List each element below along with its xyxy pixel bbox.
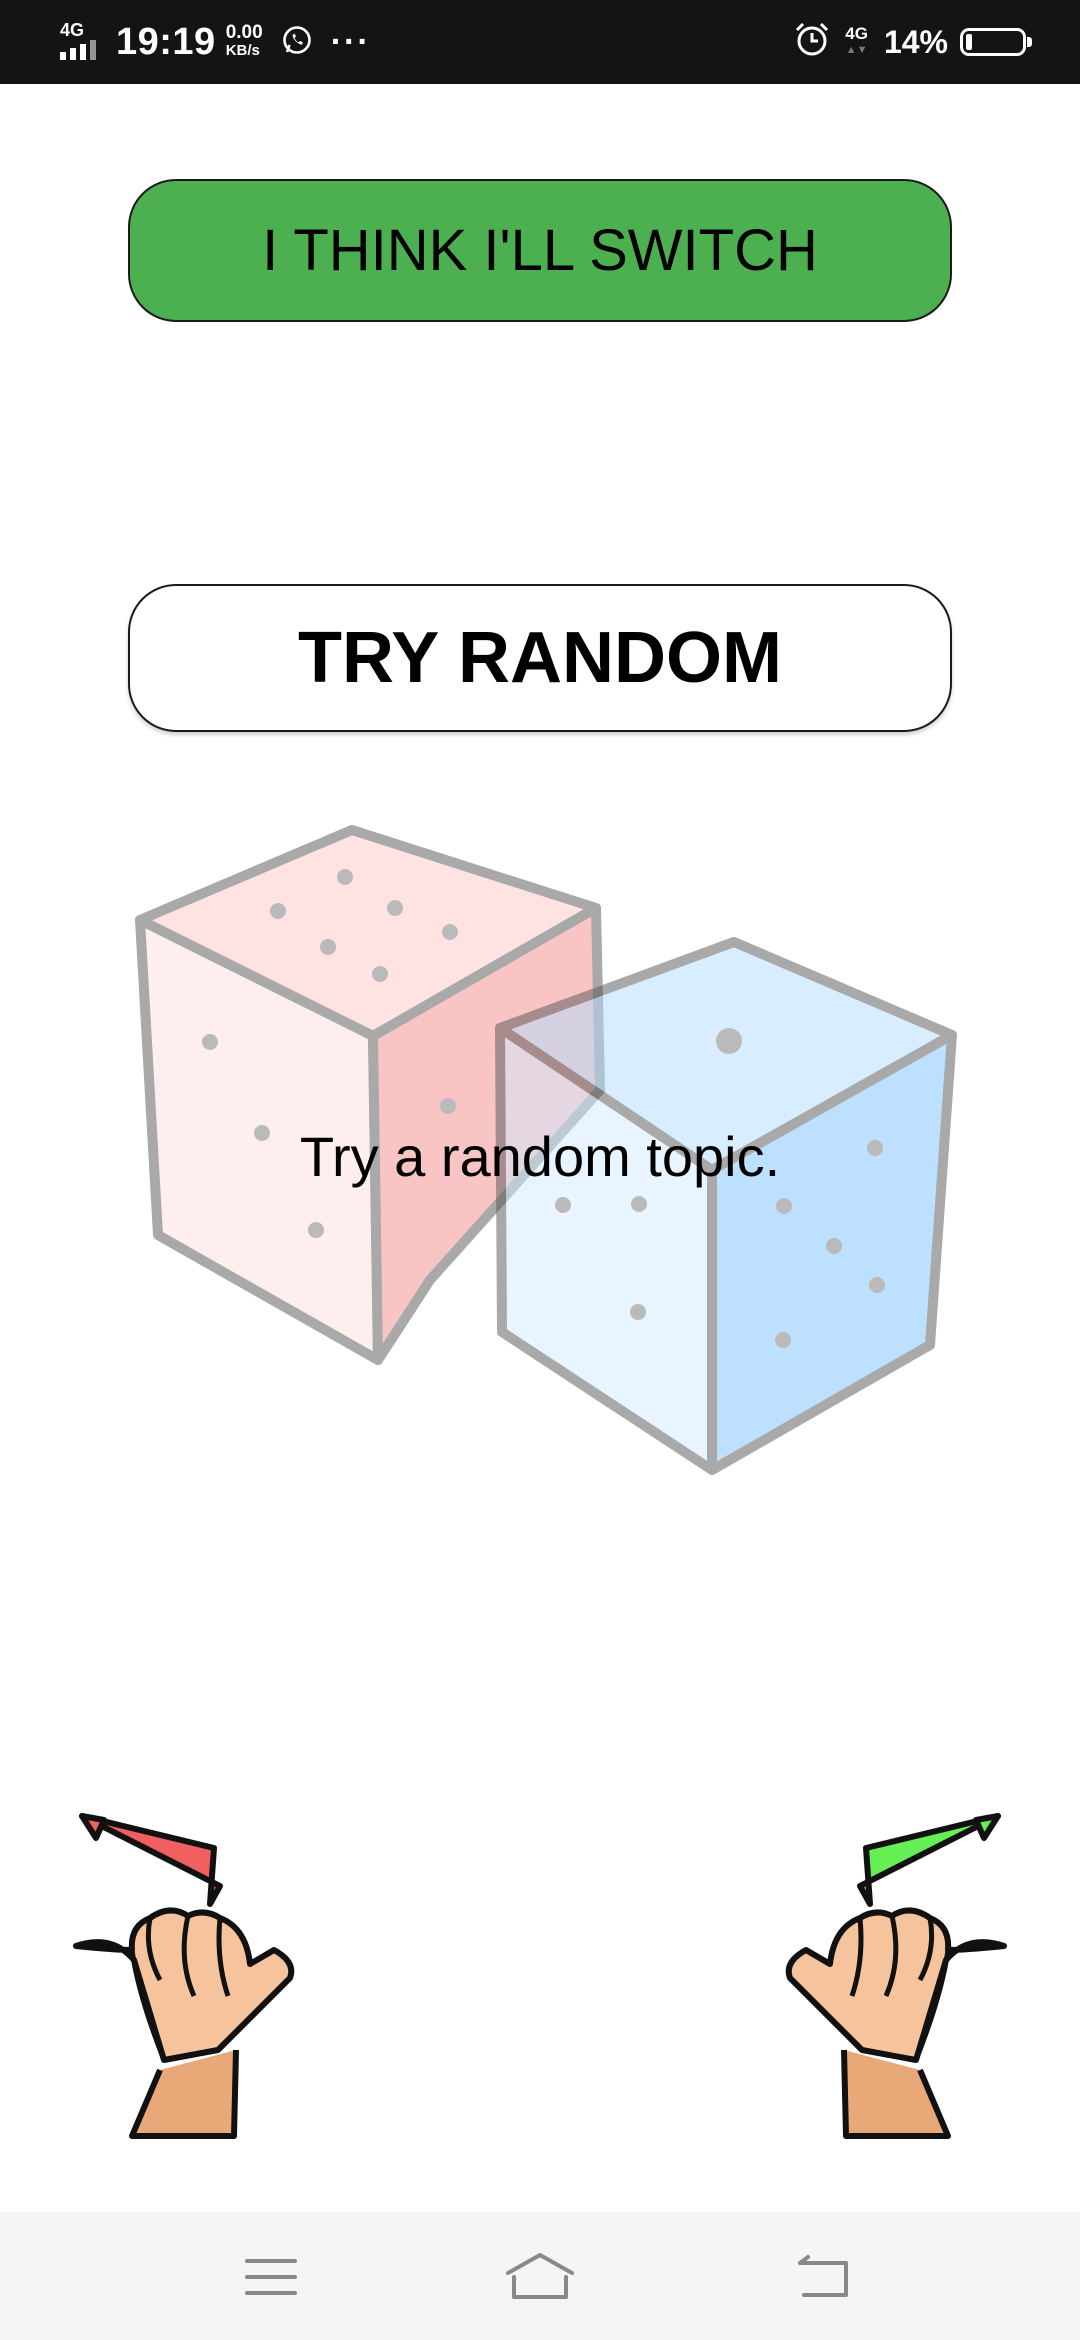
menu-button[interactable]	[231, 2242, 311, 2312]
clock: 19:19	[116, 20, 216, 63]
thumb-right-hand-icon[interactable]	[760, 1800, 1020, 2150]
thumb-left-hand-icon[interactable]	[60, 1800, 320, 2150]
home-icon	[506, 2253, 574, 2299]
back-icon	[798, 2255, 848, 2297]
status-bar-right: 4G ▲▼ 14%	[793, 0, 1032, 84]
network-speed-unit: KB/s	[225, 42, 260, 59]
network-type-small: 4G ▲▼	[845, 24, 868, 58]
switch-button[interactable]: I THINK I'LL SWITCH	[128, 179, 952, 322]
battery-percent: 14%	[883, 23, 948, 60]
whatsapp-icon	[281, 24, 313, 61]
navigation-bar	[0, 2212, 1080, 2340]
menu-icon	[245, 2259, 297, 2295]
battery-icon	[960, 28, 1032, 56]
more-notifications-indicator: ···	[330, 22, 371, 61]
back-button[interactable]	[784, 2242, 864, 2312]
home-button[interactable]	[500, 2242, 580, 2312]
network-speed: 0.00 KB/s	[225, 22, 263, 60]
status-bar: 4G 19:19 0.00 KB/s ··· 4G ▲▼ 14%	[0, 0, 1080, 84]
try-random-button[interactable]: TRY RANDOM	[128, 584, 952, 732]
random-topic-caption: Try a random topic.	[299, 1125, 781, 1188]
data-arrows-icon: ▲▼	[845, 44, 868, 56]
status-bar-left: 4G 19:19 0.00 KB/s ···	[56, 0, 371, 84]
network-speed-value: 0.00	[225, 22, 263, 43]
network-type-label: 4G	[60, 20, 85, 40]
blue-die-icon	[495, 937, 957, 1475]
alarm-icon	[793, 21, 831, 64]
network-type-small-label: 4G	[845, 24, 868, 43]
signal-icon: 4G	[56, 20, 100, 64]
